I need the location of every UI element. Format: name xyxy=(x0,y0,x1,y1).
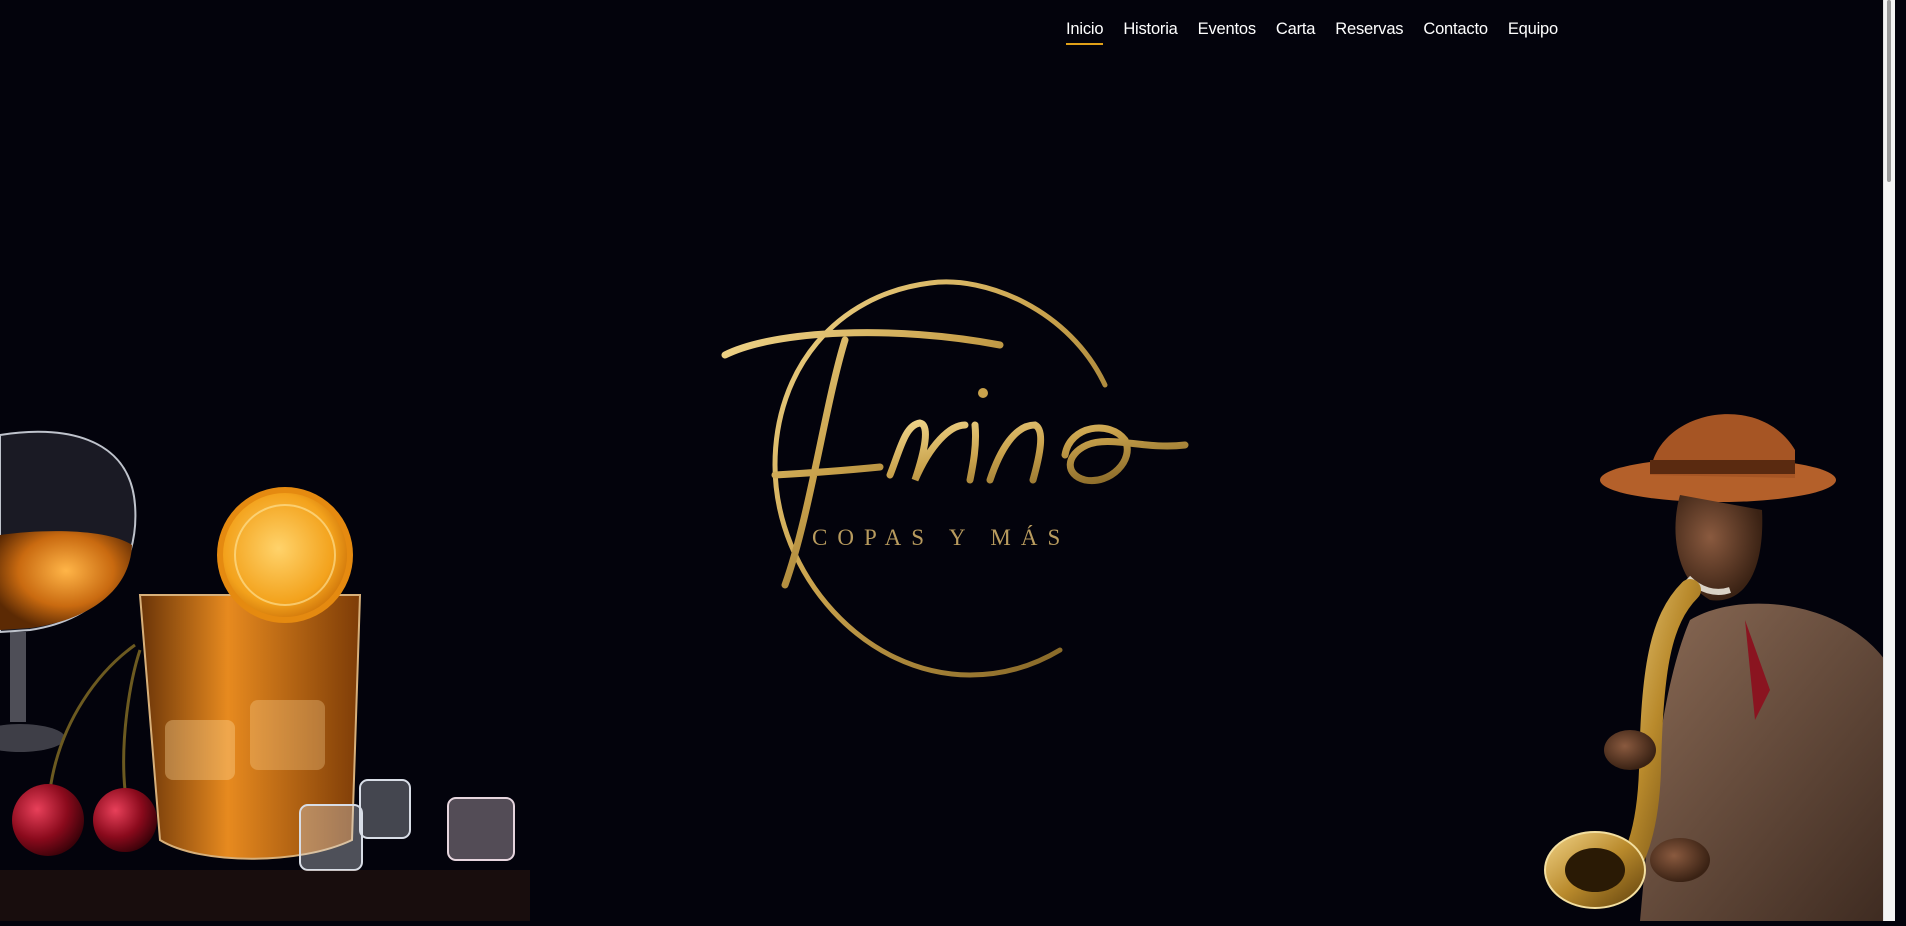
nav-link-carta[interactable]: Carta xyxy=(1276,20,1316,45)
frino-logo xyxy=(715,275,1205,695)
page-scrollbar[interactable] xyxy=(1883,0,1895,921)
nav-link-eventos[interactable]: Eventos xyxy=(1198,20,1256,45)
saxophonist-image xyxy=(1540,390,1895,926)
logo-tagline: COPAS Y MÁS xyxy=(812,525,1071,550)
nav-link-inicio[interactable]: Inicio xyxy=(1066,20,1104,45)
nav-link-reservas[interactable]: Reservas xyxy=(1335,20,1403,45)
nav-link-equipo[interactable]: Equipo xyxy=(1508,20,1558,45)
scrollbar-thumb[interactable] xyxy=(1887,0,1891,182)
nav-link-contacto[interactable]: Contacto xyxy=(1423,20,1488,45)
cocktail-drinks-image xyxy=(0,420,530,926)
nav-link-historia[interactable]: Historia xyxy=(1123,20,1178,45)
main-nav: Inicio Historia Eventos Carta Reservas C… xyxy=(1066,20,1558,45)
hero-section: Inicio Historia Eventos Carta Reservas C… xyxy=(0,0,1895,921)
